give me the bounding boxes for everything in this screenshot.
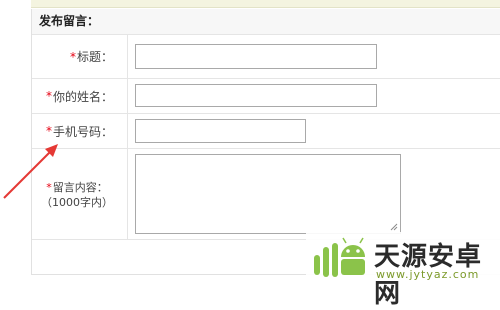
title-input[interactable] (135, 44, 377, 69)
form-row-phone: * 手机号码： (32, 114, 500, 149)
watermark-url: www.jytyaz.com (376, 268, 480, 281)
message-textarea[interactable] (135, 154, 401, 234)
watermark: 天源安卓网 www.jytyaz.com (306, 232, 500, 309)
title-label: 标题： (76, 50, 113, 64)
name-input[interactable] (135, 84, 377, 107)
red-arrow-annotation (3, 144, 58, 199)
android-logo-icon (314, 237, 365, 277)
form-row-title: * 标题： (32, 35, 500, 79)
form-header: 发布留言： (32, 9, 500, 35)
form-row-name: * 你的姓名： (32, 79, 500, 114)
form-row-message: *留言内容： （1000字内） (32, 149, 500, 240)
resize-grip-icon[interactable] (390, 223, 398, 231)
top-strip (31, 0, 500, 8)
phone-input[interactable] (135, 119, 306, 143)
